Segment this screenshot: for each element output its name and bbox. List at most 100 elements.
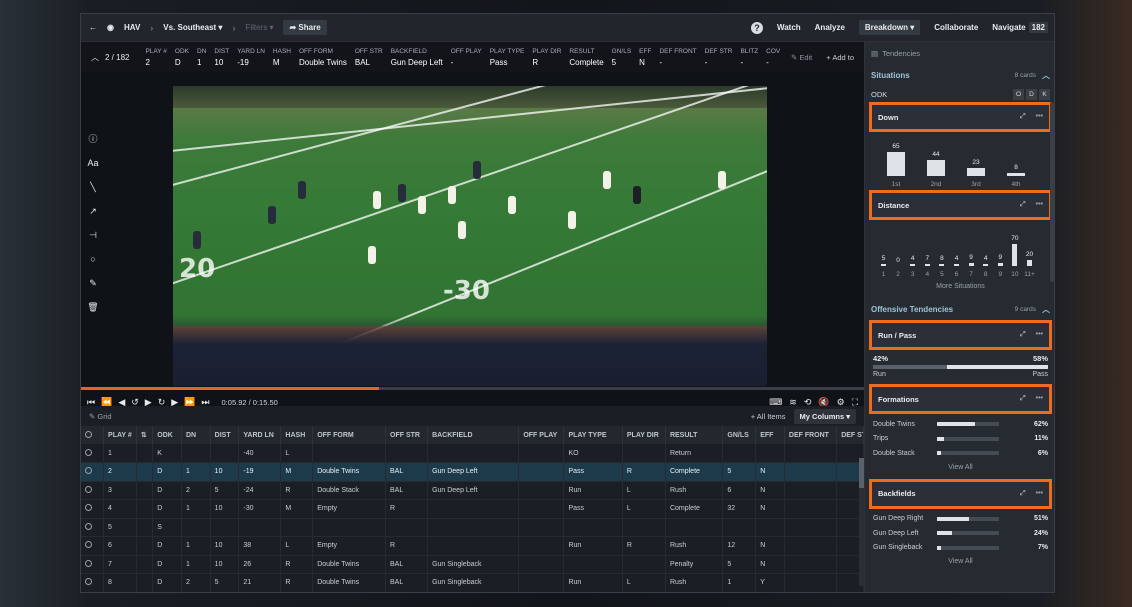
team-name[interactable]: HAV [124,23,140,32]
back-arrow-icon[interactable]: ← [89,23,97,32]
expand-icon[interactable]: ⤢ [1020,113,1026,121]
nav-breakdown[interactable]: Breakdown ▾ [858,20,921,35]
chevron-up-icon[interactable]: ︿ [1042,70,1050,81]
panel-scrollbar[interactable] [1050,102,1054,282]
row-select-radio[interactable] [85,448,92,456]
bar[interactable] [881,264,886,266]
column-header[interactable]: BACKFIELD [427,426,520,444]
column-header[interactable]: OFF FORM [312,426,387,444]
list-item[interactable]: Double Stack 6% [865,446,1054,461]
block-tool-icon[interactable]: ⊣ [86,228,100,242]
column-header[interactable] [81,426,105,444]
more-options-icon[interactable]: ••• [1036,395,1043,403]
column-header[interactable]: YARD LN [238,426,282,444]
odk-o-button[interactable]: O [1013,88,1024,100]
more-options-icon[interactable]: ••• [1036,490,1043,498]
circle-tool-icon[interactable]: ○ [86,252,100,266]
column-header[interactable]: DIST [210,426,240,444]
bar[interactable] [997,263,1003,266]
arrow-tool-icon[interactable]: ↗ [86,204,100,218]
expand-icon[interactable]: ⤢ [1020,395,1026,403]
row-select-radio[interactable] [85,559,92,567]
info-icon[interactable]: ⓘ [86,132,100,146]
formations-view-all[interactable]: View All [865,461,1054,475]
list-item[interactable]: Gun Deep Right 51% [865,512,1054,527]
list-item[interactable]: Gun Deep Left 24% [865,526,1054,541]
expand-icon[interactable]: ⤢ [1020,490,1026,498]
video-frame[interactable]: 20 -30 [173,86,767,386]
table-row[interactable]: 4 D 1 10 -30 M Empty R Pass L Complete 32 N [81,499,864,519]
table-row[interactable]: 5S [81,518,864,537]
table-row[interactable]: 6 D 1 10 38 L Empty R Run R Rush 12 N [81,536,864,556]
edit-button[interactable]: ✎ Edit [791,53,812,62]
bar[interactable] [954,264,959,266]
more-options-icon[interactable]: ••• [1036,113,1043,121]
column-header[interactable]: RESULT [665,426,724,444]
column-header[interactable]: EFF [755,426,785,444]
list-item[interactable]: Trips 11% [865,432,1054,447]
bar[interactable] [1012,244,1018,266]
sort-icon[interactable]: ⇅ [141,432,147,439]
row-select-radio[interactable] [85,541,92,549]
bar[interactable] [887,152,905,176]
bar[interactable] [983,264,989,266]
column-header[interactable]: ODK [152,426,182,444]
bar[interactable] [967,167,985,176]
run-pass-card-header[interactable]: Run / Pass ⤢ ••• [869,320,1052,350]
opponent-dropdown[interactable]: Vs. Southeast ▾ [163,23,222,32]
column-header[interactable]: PLAY DIR [622,426,666,444]
table-row[interactable]: 2 D 1 10 -19 M Double Twins BAL Gun Deep Left Pas… [81,462,864,482]
table-row[interactable]: 7 D 1 10 26 R Double Twins BAL Gun Singleback Pen… [81,555,864,574]
row-select-radio[interactable] [85,467,92,475]
add-to-button[interactable]: + Add to [826,53,854,62]
table-row[interactable]: 1 K -40 L KO Return [81,444,864,463]
text-tool-icon[interactable]: Aa [86,156,100,170]
bar[interactable] [968,263,974,266]
chevron-up-icon[interactable]: ︿ [1042,304,1050,315]
column-header[interactable]: PLAY TYPE [563,426,623,444]
column-header[interactable]: DN [181,426,211,444]
bar[interactable] [939,263,945,266]
column-header[interactable]: DEF FRONT [784,426,838,444]
table-row[interactable]: 8 D 2 5 21 R Double Twins BAL Gun Singleback Run L… [81,573,864,592]
bar[interactable] [1027,259,1032,266]
column-header[interactable]: HASH [280,426,314,444]
bar[interactable] [910,264,916,266]
list-item[interactable]: Double Twins 62% [865,417,1054,432]
row-select-radio[interactable] [85,522,92,530]
row-select-radio[interactable] [85,485,92,493]
odk-d-button[interactable]: D [1026,88,1037,100]
situations-section-header[interactable]: Situations 8 cards ︿ [865,64,1054,86]
filters-dropdown[interactable]: Filters ▾ [245,23,273,32]
nav-analyze[interactable]: Analyze [815,23,845,32]
freehand-tool-icon[interactable]: ✎ [86,276,100,290]
trash-icon[interactable]: 🗑 [86,300,100,314]
formations-card-header[interactable]: Formations ⤢ ••• [869,384,1052,414]
column-header[interactable]: GN/LS [722,426,757,444]
row-select-radio[interactable] [85,504,92,512]
distance-card-header[interactable]: Distance ⤢ ••• [869,190,1052,220]
row-select-radio[interactable] [85,578,92,586]
expand-icon[interactable]: ⤢ [1020,331,1026,339]
nav-navigate[interactable]: Navigate 182 [992,22,1048,33]
column-header[interactable]: ⇅ [136,426,154,444]
share-button[interactable]: ➦ Share [283,20,327,35]
more-situations-link[interactable]: More Situations [865,280,1054,294]
select-all-radio[interactable] [85,430,92,438]
more-options-icon[interactable]: ••• [1036,331,1043,339]
expand-icon[interactable]: ⤢ [1020,201,1026,209]
more-options-icon[interactable]: ••• [1036,201,1043,209]
nav-collaborate[interactable]: Collaborate [934,23,978,32]
nav-watch[interactable]: Watch [777,23,801,32]
bar[interactable] [924,263,930,266]
column-header[interactable]: DEF ST [836,426,864,444]
backfields-view-all[interactable]: View All [865,555,1054,569]
table-row[interactable]: 3 D 2 5 -24 R Double Stack BAL Gun Deep Left Run L… [81,481,864,500]
offensive-section-header[interactable]: Offensive Tendencies 9 cards ︿ [865,298,1054,320]
odk-k-button[interactable]: K [1039,88,1050,100]
video-player[interactable]: ︿ 2 / 182 PLAY # 2 ODK D DN 1 DIST 10 YARD LN -19 H… [81,42,864,414]
all-items-button[interactable]: + All Items [751,412,786,421]
chevron-up-icon[interactable]: ︿ [91,53,99,62]
column-header[interactable]: OFF STR [385,426,429,444]
progress-track[interactable] [81,387,864,390]
